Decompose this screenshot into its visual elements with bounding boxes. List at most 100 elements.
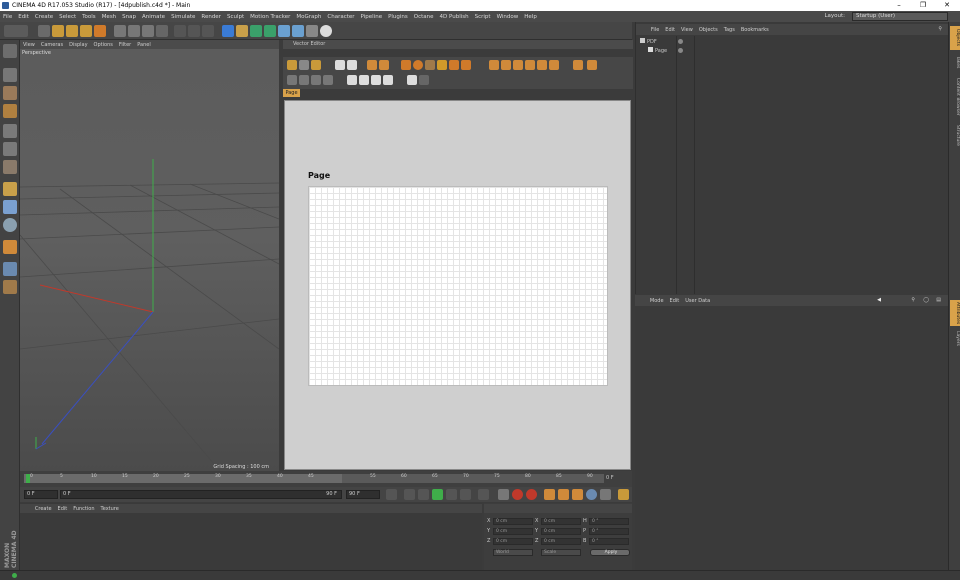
rotation-h-field[interactable]: 0 ° [589, 518, 629, 525]
search-icon[interactable]: ⚲ [908, 295, 918, 306]
deformer-icon[interactable] [278, 25, 290, 37]
group-icon[interactable] [407, 75, 417, 85]
size-mode-select[interactable]: Scale [541, 549, 581, 556]
list-item[interactable]: PDF [640, 38, 657, 46]
visibility-icon[interactable] [678, 39, 683, 44]
align-center-icon[interactable] [501, 60, 511, 70]
scale-icon[interactable] [66, 25, 78, 37]
light-icon[interactable] [320, 25, 332, 37]
make-editable-icon[interactable] [3, 44, 17, 58]
list-item[interactable]: Page [648, 47, 667, 55]
vector-editor-canvas[interactable]: Page [284, 100, 631, 470]
rotation-p-field[interactable]: 0 ° [589, 528, 629, 535]
y-axis-icon[interactable] [128, 25, 140, 37]
distribute-horizontal-icon[interactable] [573, 60, 583, 70]
image-tool-icon[interactable] [379, 60, 389, 70]
apply-button[interactable]: Apply [590, 549, 630, 556]
render-picture-viewer-icon[interactable] [188, 25, 200, 37]
tab-structure[interactable]: Structure [950, 122, 960, 148]
record-keys-icon[interactable] [498, 489, 509, 500]
objects-menu-objects[interactable]: Objects [696, 25, 721, 36]
coordinate-system-icon[interactable] [156, 25, 168, 37]
move-icon[interactable] [52, 25, 64, 37]
bring-forward-icon[interactable] [347, 75, 357, 85]
objects-menu-edit[interactable]: Edit [662, 25, 678, 36]
brush-tool-icon[interactable] [299, 75, 309, 85]
step-forward-icon[interactable] [446, 489, 457, 500]
edges-mode-icon[interactable] [3, 142, 17, 156]
attributes-menu-edit[interactable]: Edit [667, 296, 683, 307]
objects-menu-file[interactable]: File [648, 25, 662, 36]
copy-page-icon[interactable] [347, 60, 357, 70]
ellipse-tool-icon[interactable] [413, 60, 423, 70]
position-x-field[interactable]: 0 cm [493, 518, 533, 525]
rotation-key-icon[interactable] [572, 489, 583, 500]
send-to-back-icon[interactable] [383, 75, 393, 85]
new-panel-icon[interactable]: ▤ [933, 295, 944, 306]
maximize-icon[interactable]: ❐ [912, 0, 934, 11]
go-to-end-icon[interactable] [478, 489, 489, 500]
x-axis-icon[interactable] [114, 25, 126, 37]
model-mode-icon[interactable] [3, 68, 17, 82]
texture-mode-icon[interactable] [3, 86, 17, 100]
align-top-icon[interactable] [525, 60, 535, 70]
position-z-field[interactable]: 0 cm [493, 538, 533, 545]
timeline[interactable]: 0 5 10 15 20 25 30 35 40 45 55 60 65 70 … [20, 471, 632, 487]
array-icon[interactable] [264, 25, 276, 37]
locked-workplane-icon[interactable] [3, 240, 17, 254]
go-to-next-key-icon[interactable] [460, 489, 471, 500]
new-page-icon[interactable] [335, 60, 345, 70]
objects-menu-tags[interactable]: Tags [721, 25, 738, 36]
scheme-menu-icon[interactable] [618, 489, 629, 500]
text-tool-icon[interactable] [367, 60, 377, 70]
align-right-icon[interactable] [513, 60, 523, 70]
subdivision-icon[interactable] [250, 25, 262, 37]
attributes-menu-mode[interactable]: Mode [647, 296, 667, 307]
coordinate-mode-select[interactable]: World [493, 549, 533, 556]
undo-icon[interactable] [4, 25, 28, 37]
material-menu-create[interactable]: Create [32, 505, 55, 514]
lock-icon[interactable]: ◯ [920, 295, 932, 306]
tab-layers[interactable]: Layers [950, 328, 960, 348]
minimize-icon[interactable]: – [888, 0, 910, 11]
size-z-field[interactable]: 0 cm [541, 538, 581, 545]
solo-icon[interactable] [3, 280, 17, 294]
rotation-b-field[interactable]: 0 ° [589, 538, 629, 545]
align-bottom-icon[interactable] [549, 60, 559, 70]
axis-mode-icon[interactable] [3, 182, 17, 196]
go-to-start-icon[interactable] [386, 489, 397, 500]
distribute-vertical-icon[interactable] [587, 60, 597, 70]
timeline-track[interactable]: 0 5 10 15 20 25 30 35 40 45 55 60 65 70 … [24, 474, 604, 483]
camera-icon[interactable] [306, 25, 318, 37]
live-selection-icon[interactable] [38, 25, 50, 37]
current-frame-field[interactable]: 0 F 90 F [60, 490, 342, 499]
objects-menu-view[interactable]: View [678, 25, 696, 36]
attributes-menu-user-data[interactable]: User Data [682, 296, 713, 307]
align-middle-icon[interactable] [537, 60, 547, 70]
select-tool-icon[interactable] [287, 60, 297, 70]
points-mode-icon[interactable] [3, 124, 17, 138]
floor-icon[interactable] [292, 25, 304, 37]
send-backward-icon[interactable] [359, 75, 369, 85]
back-arrow-icon[interactable]: ◀ [874, 295, 884, 306]
size-x-field[interactable]: 0 cm [541, 518, 581, 525]
keyframe-selection-icon[interactable] [526, 489, 537, 500]
step-back-icon[interactable] [418, 489, 429, 500]
size-y-field[interactable]: 0 cm [541, 528, 581, 535]
material-menu-edit[interactable]: Edit [55, 505, 71, 514]
tweak-mode-icon[interactable] [3, 200, 17, 214]
polygon-tool-icon[interactable] [449, 60, 459, 70]
snap-icon[interactable] [3, 218, 17, 232]
tab-page[interactable]: Page [283, 89, 300, 97]
line-tool-icon[interactable] [425, 60, 435, 70]
node-tool-icon[interactable] [299, 60, 309, 70]
position-key-icon[interactable] [544, 489, 555, 500]
frame-tool-icon[interactable] [461, 60, 471, 70]
ungroup-icon[interactable] [419, 75, 429, 85]
objects-menu-bookmarks[interactable]: Bookmarks [738, 25, 772, 36]
recent-tool-icon[interactable] [94, 25, 106, 37]
move-tool-icon[interactable] [311, 60, 321, 70]
polygons-mode-icon[interactable] [3, 160, 17, 174]
close-icon[interactable]: ✕ [936, 0, 958, 11]
position-y-field[interactable]: 0 cm [493, 528, 533, 535]
